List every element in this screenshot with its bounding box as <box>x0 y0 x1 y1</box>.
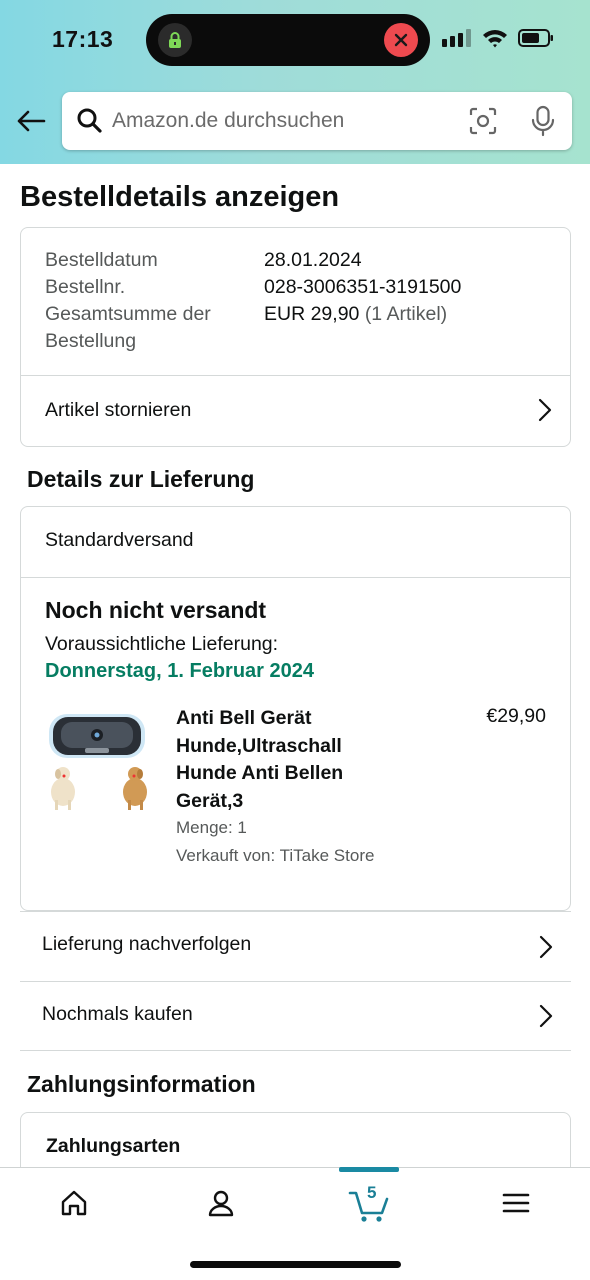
shipping-method: Standardversand <box>45 529 194 551</box>
product-title[interactable]: Anti Bell Gerät Hunde,Ultraschall Hunde … <box>176 705 376 815</box>
back-button[interactable] <box>14 104 48 138</box>
camera-scan-icon[interactable] <box>468 106 498 136</box>
tab-cart[interactable] <box>295 1168 442 1238</box>
product-title-line: Gerät,3 <box>176 789 244 812</box>
search-icon <box>77 108 102 133</box>
tab-home[interactable] <box>0 1168 147 1238</box>
vpn-lock-icon[interactable] <box>158 23 192 57</box>
home-indicator[interactable] <box>190 1261 401 1268</box>
arrow-left-icon <box>17 110 46 132</box>
tab-account[interactable] <box>147 1168 294 1238</box>
order-date-value: 28.01.2024 <box>264 249 362 271</box>
delivery-section-title: Details zur Lieferung <box>27 466 255 492</box>
order-number-label: Bestellnr. <box>45 276 126 298</box>
product-title-line: Hunde,Ultraschall <box>176 734 342 757</box>
stop-recording-icon[interactable] <box>384 23 418 57</box>
order-date-label: Bestelldatum <box>45 249 158 271</box>
divider <box>21 577 570 578</box>
track-delivery-row[interactable]: Lieferung nachverfolgen <box>20 911 571 981</box>
status-icons <box>442 28 554 48</box>
chevron-right-icon <box>539 935 553 958</box>
chevron-right-icon <box>538 398 552 422</box>
microphone-icon[interactable] <box>530 105 556 137</box>
order-total-amount: EUR 29,90 <box>264 303 360 325</box>
estimated-delivery-date: Donnerstag, 1. Februar 2024 <box>45 660 314 682</box>
buy-again-row[interactable]: Nochmals kaufen <box>20 981 571 1051</box>
payment-section-title: Zahlungsinformation <box>27 1071 256 1097</box>
home-icon <box>61 1190 86 1216</box>
page-title: Bestelldetails anzeigen <box>20 181 340 213</box>
order-total-value: EUR 29,90 (1 Artikel) <box>264 301 447 328</box>
order-total-label-line1: Gesamtsumme der <box>45 303 211 325</box>
signal-icon <box>442 29 471 47</box>
user-icon <box>208 1190 233 1217</box>
track-delivery-label: Lieferung nachverfolgen <box>42 933 252 955</box>
product-title-line: Hunde Anti Bellen <box>176 762 344 784</box>
buy-again-label: Nochmals kaufen <box>42 1003 193 1025</box>
product-image[interactable] <box>43 712 155 812</box>
cancel-items-label: Artikel stornieren <box>45 398 192 421</box>
dynamic-island <box>146 14 430 66</box>
order-total-items: (1 Artikel) <box>364 303 448 325</box>
cart-count-badge: 5 <box>367 1183 377 1202</box>
search-input[interactable] <box>112 104 452 138</box>
delivery-card: Standardversand Noch nicht versandt Vora… <box>20 506 571 911</box>
wifi-icon <box>483 30 507 48</box>
order-number-value: 028-3006351-3191500 <box>264 276 462 298</box>
product-seller: Verkauft von: TiTake Store <box>176 846 375 865</box>
product-quantity: Menge: 1 <box>176 818 247 837</box>
chevron-right-icon <box>539 1004 553 1028</box>
cancel-items-row[interactable]: Artikel stornieren <box>21 375 570 445</box>
estimated-delivery-label: Voraussichtliche Lieferung: <box>45 633 279 655</box>
order-summary-card: Bestelldatum 28.01.2024 Bestellnr. 028-3… <box>20 227 571 447</box>
order-total-label: Gesamtsumme der Bestellung <box>45 301 211 355</box>
search-bar[interactable] <box>62 92 572 150</box>
product-price: €29,90 <box>486 705 546 727</box>
product-title-line: Anti Bell Gerät <box>176 707 312 729</box>
status-time: 17:13 <box>52 26 114 52</box>
tab-menu[interactable] <box>442 1168 589 1238</box>
payment-methods-title: Zahlungsarten <box>46 1135 181 1157</box>
menu-icon <box>502 1193 529 1213</box>
order-total-label-line2: Bestellung <box>45 330 137 352</box>
battery-icon <box>518 29 553 47</box>
shipment-status: Noch nicht versandt <box>45 597 267 623</box>
